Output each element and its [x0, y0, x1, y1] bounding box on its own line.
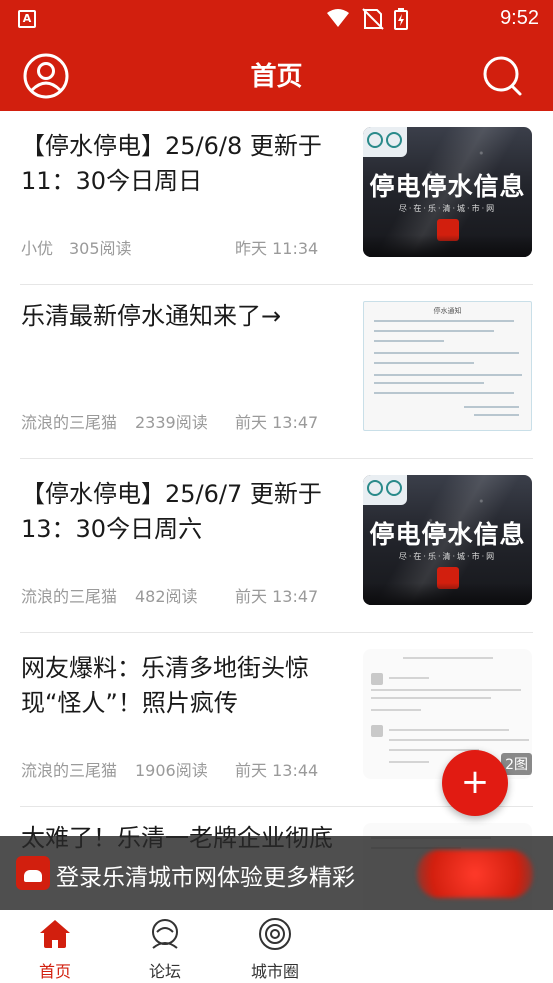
app-notification-icon: A [18, 10, 36, 28]
no-sim-icon [362, 8, 384, 30]
home-icon [40, 920, 70, 948]
nav-label: 论坛 [148, 962, 181, 981]
app-header: 首页 [0, 38, 553, 111]
clock: 9:52 [500, 7, 539, 29]
feed-item-author: 流浪的三尾猫 [21, 761, 118, 780]
bottom-navigation: 首页 论坛 城市圈 [0, 910, 553, 983]
feed-item-author: 流浪的三尾猫 [21, 413, 118, 432]
nav-label: 城市圈 [250, 962, 299, 981]
thumbnail-subtext: 尽·在·乐·清·城·市·网 [398, 552, 497, 561]
feed-item-reads: 305阅读 [69, 239, 132, 258]
login-prompt-text: 登录乐清城市网体验更多精彩 [56, 865, 355, 891]
login-button[interactable] [417, 850, 533, 898]
feed-item[interactable]: 【停水停电】25/6/8 更新于11：30今日周日 小优 305阅读 昨天 11… [0, 111, 553, 285]
feed-item-title[interactable]: 乐清最新停水通知来了→ [21, 299, 341, 334]
page-title: 首页 [250, 62, 303, 92]
nav-label: 首页 [38, 962, 71, 981]
nav-item-home[interactable]: 首页 [0, 910, 110, 983]
feed-item-reads: 1906阅读 [135, 761, 208, 780]
thumbnail-headline: 停电停水信息 [369, 520, 526, 549]
utility-logo-icon [363, 127, 407, 157]
feed-item-author: 流浪的三尾猫 [21, 587, 118, 606]
thumbnail-headline: 停电停水信息 [369, 172, 526, 201]
feed-item-date: 前天 13:44 [235, 761, 319, 780]
feed-item-reads: 482阅读 [135, 587, 198, 606]
feed-item-thumbnail[interactable]: 停电停水信息 尽·在·乐·清·城·市·网 [363, 475, 532, 605]
feed-item-author: 小优 [21, 239, 54, 258]
system-status-icons [327, 8, 408, 30]
feed-item[interactable]: 乐清最新停水通知来了→ 流浪的三尾猫 2339阅读 前天 13:47 停水通知 [0, 285, 553, 459]
search-button[interactable] [479, 52, 527, 100]
utility-logo-icon [363, 475, 407, 505]
feed-item-title[interactable]: 【停水停电】25/6/8 更新于11：30今日周日 [21, 129, 341, 199]
feed-item-title[interactable]: 网友爆料：乐清多地街头惊现“怪人”！照片疯传 [21, 651, 341, 721]
feed-item-thumbnail[interactable]: 停电停水信息 尽·在·乐·清·城·市·网 [363, 127, 532, 257]
feed-item-title[interactable]: 【停水停电】25/6/7 更新于13：30今日周六 [21, 477, 341, 547]
nav-item-forum[interactable]: 论坛 [110, 910, 220, 983]
nav-item-city-circle[interactable]: 城市圈 [220, 910, 330, 983]
battery-charging-icon [394, 8, 408, 30]
status-bar: A 9:52 [0, 0, 553, 38]
city-circle-icon [259, 918, 291, 950]
feed-item-thumbnail[interactable]: 2图 [363, 649, 532, 779]
forum-icon [152, 919, 178, 949]
feed-item-date: 前天 13:47 [235, 587, 319, 606]
feed-item[interactable]: 【停水停电】25/6/7 更新于13：30今日周六 流浪的三尾猫 482阅读 前… [0, 459, 553, 633]
thumbnail-headline: 停水通知 [433, 307, 462, 315]
app-logo-icon [16, 856, 50, 890]
wifi-icon [327, 9, 349, 27]
feed-item-reads: 2339阅读 [135, 413, 208, 432]
feed-item-date: 昨天 11:34 [235, 239, 319, 258]
search-icon [483, 56, 522, 96]
feed-item-thumbnail[interactable]: 停水通知 [363, 301, 532, 431]
add-post-button[interactable]: + [442, 750, 508, 816]
thumbnail-subtext: 尽·在·乐·清·城·市·网 [398, 204, 497, 213]
feed-item-date: 前天 13:47 [235, 413, 319, 432]
login-prompt-banner[interactable]: 登录乐清城市网体验更多精彩 [0, 836, 553, 910]
